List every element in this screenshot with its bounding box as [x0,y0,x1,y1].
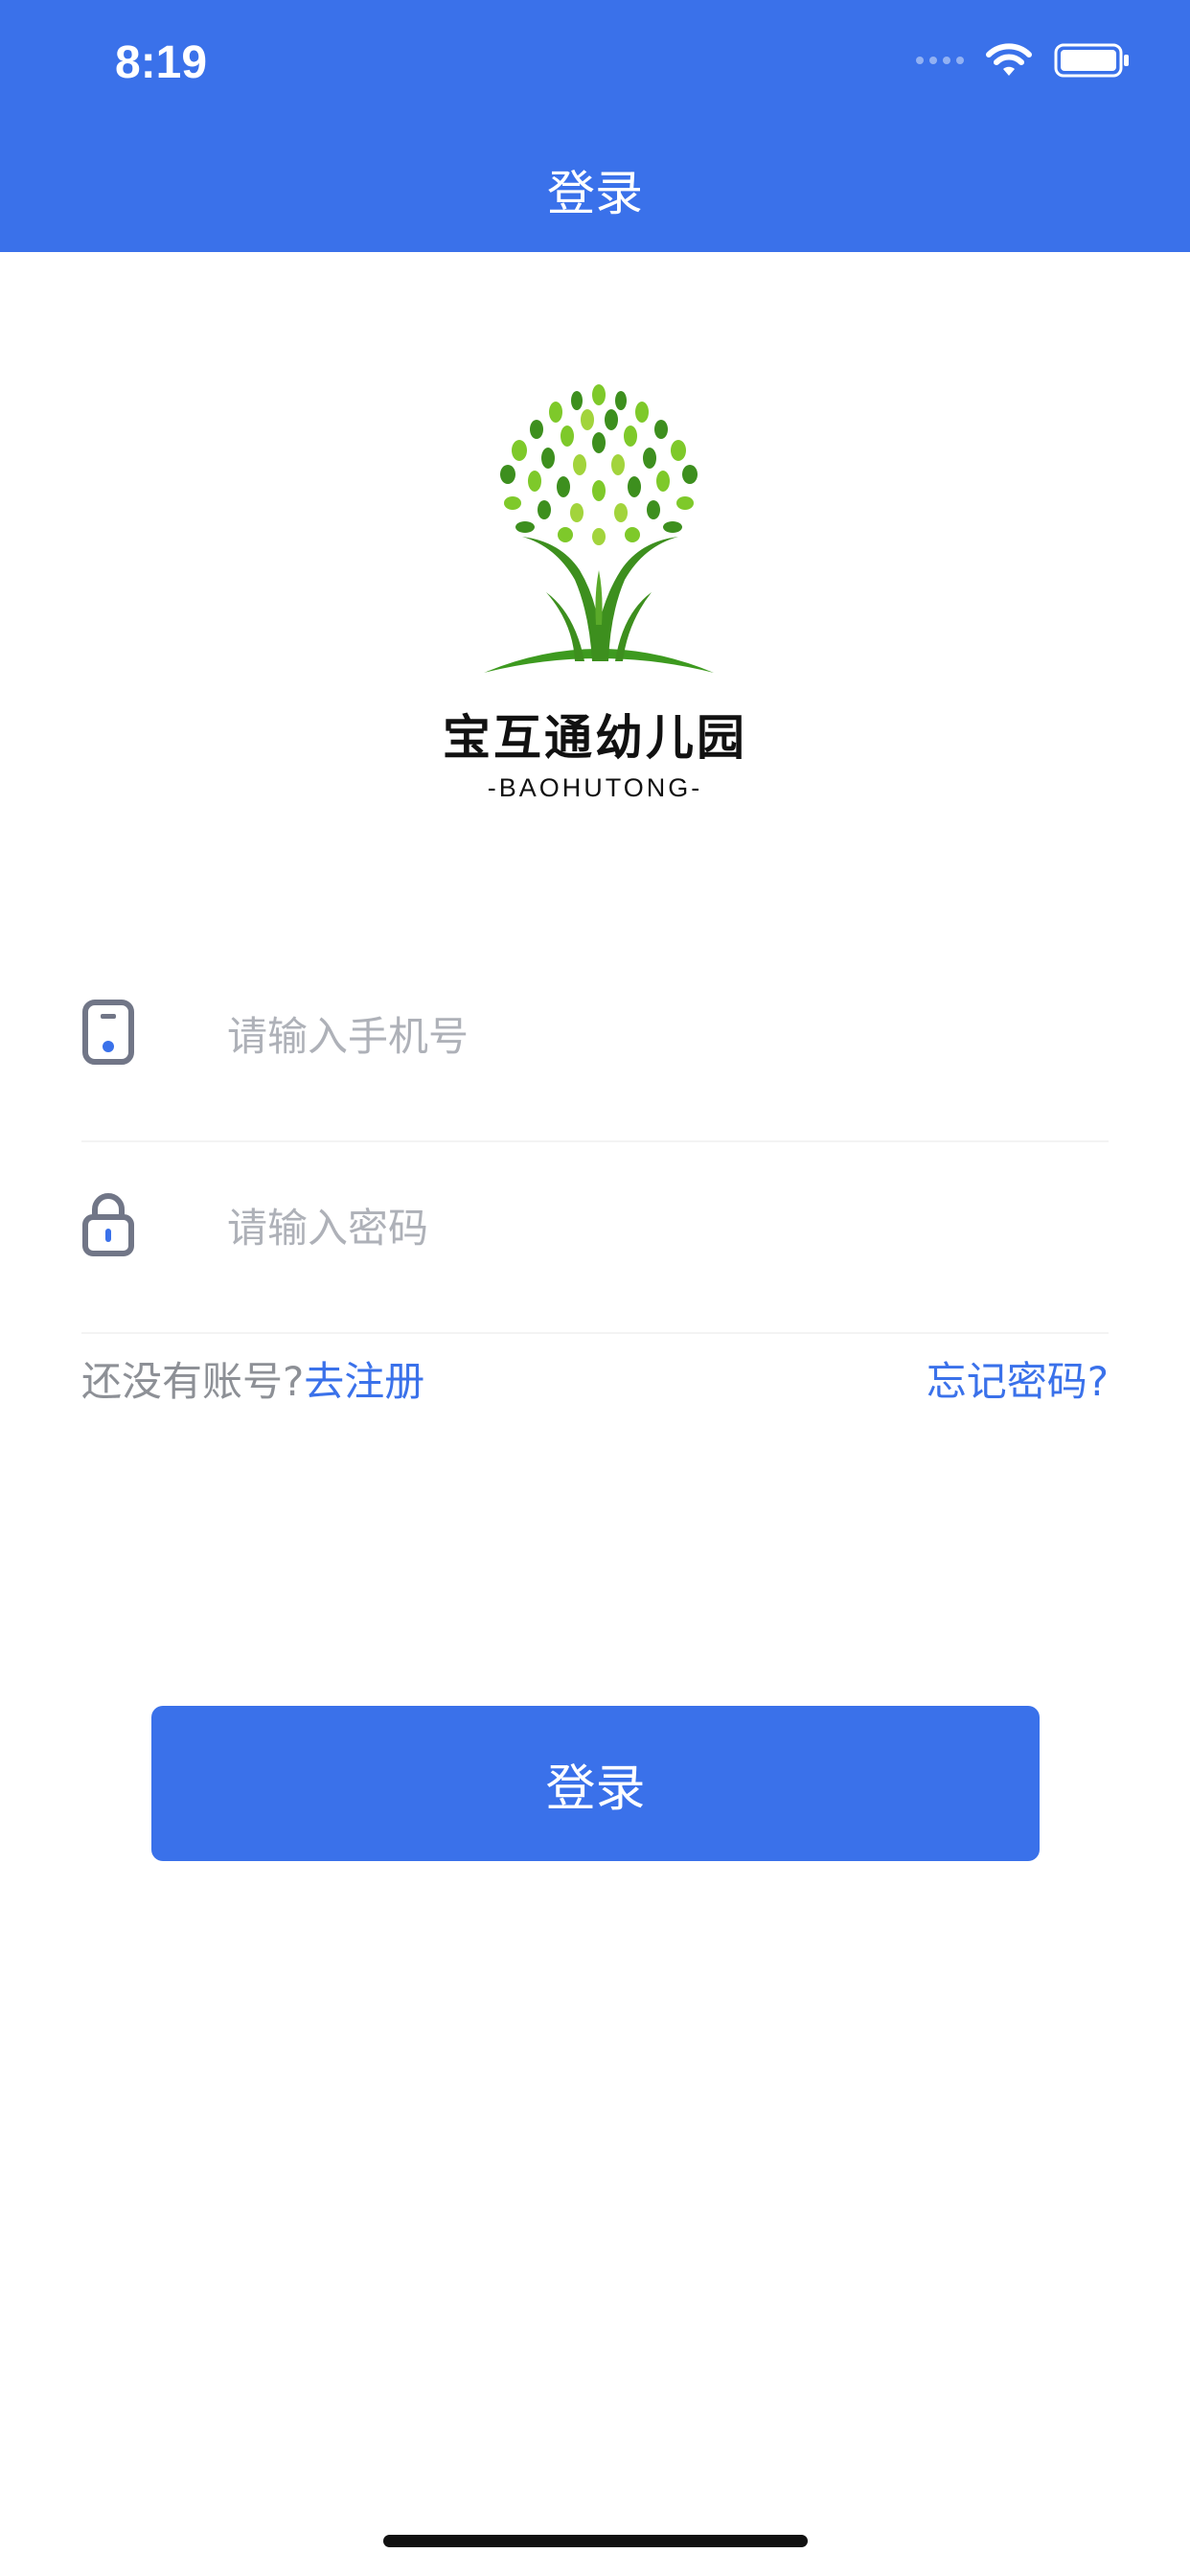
password-input[interactable] [225,1193,1072,1262]
cellular-signal-icon [916,57,964,64]
phone-input[interactable] [225,1001,1072,1070]
page-title: 登录 [547,166,643,221]
lock-icon [82,1193,134,1256]
status-time: 8:19 [115,37,208,88]
brand-name: 宝互通幼儿园 [443,710,747,766]
register-link[interactable]: 去注册 [304,1358,424,1405]
status-icons [916,43,1131,78]
phone-icon [82,1000,134,1065]
wifi-icon [986,43,1032,76]
header-bar: 8:19 登录 [0,0,1190,252]
phone-field [81,949,1109,1142]
password-field [81,1140,1109,1334]
leaves [500,384,698,545]
brand-subtitle: -BAOHUTONG- [487,773,703,802]
register-prompt: 还没有账号?去注册 [81,1349,424,1408]
battery-icon [1054,43,1129,78]
home-indicator [383,2535,808,2547]
tree-logo-icon [484,384,714,673]
account-links: 还没有账号?去注册 忘记密码? [81,1349,1109,1407]
no-account-text: 还没有账号? [81,1358,305,1405]
login-button[interactable]: 登录 [151,1706,1040,1861]
forgot-password-link[interactable]: 忘记密码? [927,1349,1109,1408]
